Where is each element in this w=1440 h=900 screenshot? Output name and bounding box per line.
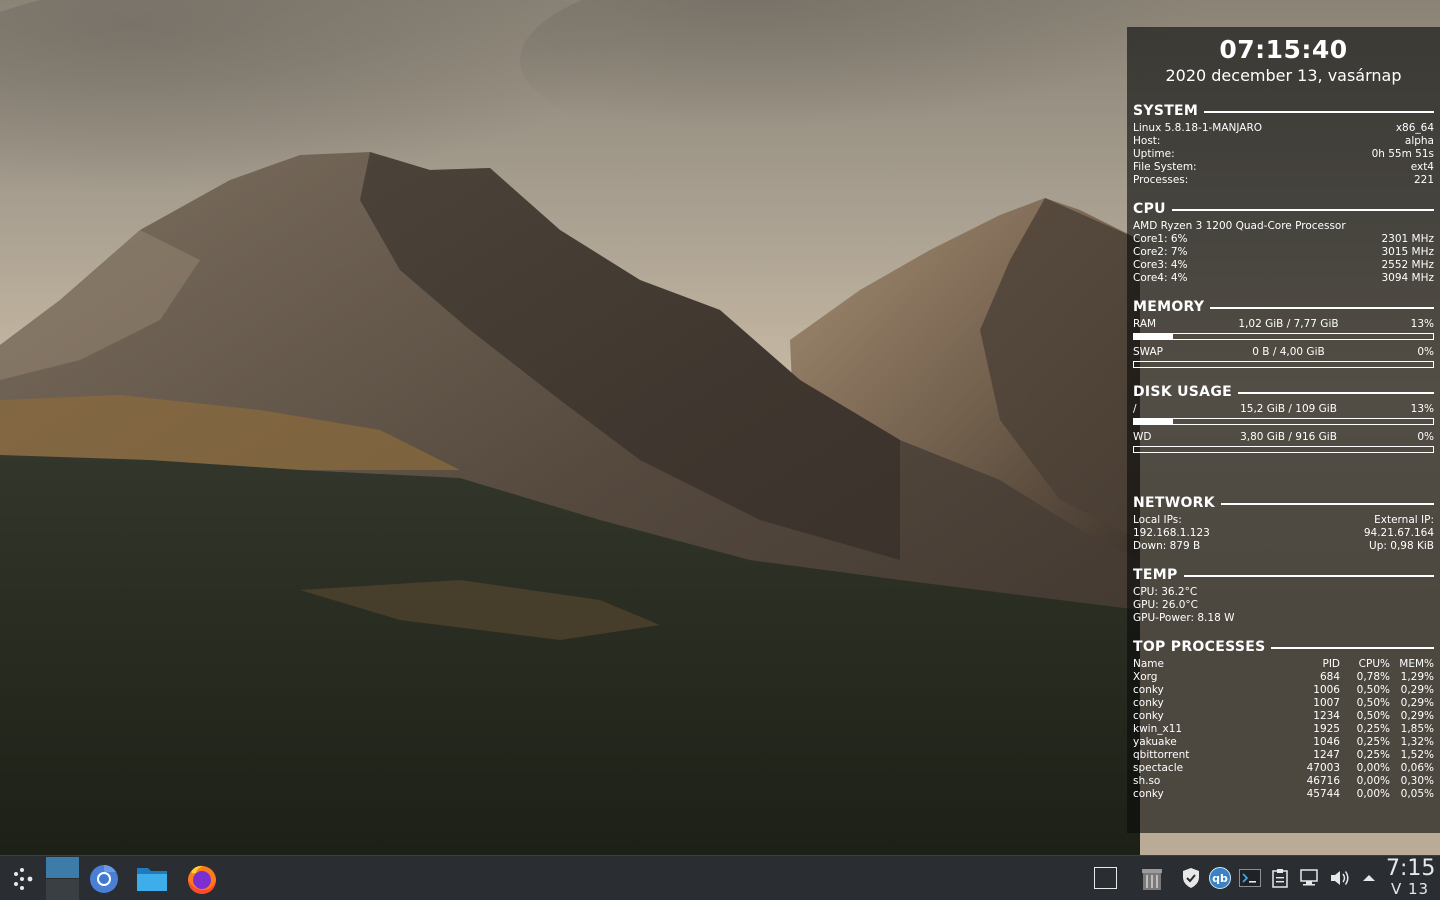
- temp-row: GPU: 26.0°C: [1133, 599, 1198, 611]
- conky-system-monitor: 07:15:40 2020 december 13, vasárnap SYST…: [1127, 27, 1440, 833]
- disk-wd-bar: [1133, 446, 1434, 453]
- temp-heading: TEMP: [1133, 567, 1434, 583]
- file-manager-icon: [137, 867, 167, 891]
- process-row: conky 45744 0,00% 0,05%: [1133, 788, 1434, 800]
- clipboard-icon: [1272, 869, 1288, 888]
- system-row: Host: alpha: [1133, 135, 1434, 147]
- disk-root-row: /15,2 GiB / 109 GiB 13%: [1133, 403, 1434, 415]
- show-desktop-button[interactable]: [1093, 866, 1117, 890]
- temp-row: CPU: 36.2°C: [1133, 586, 1198, 598]
- firefox-launcher[interactable]: [183, 856, 221, 900]
- cpu-core-row: Core3: 4% 2552 MHz: [1133, 259, 1434, 271]
- cpu-core-row: Core1: 6% 2301 MHz: [1133, 233, 1434, 245]
- network-section: NETWORK Local IPs: External IP: 192.168.1…: [1133, 495, 1434, 553]
- system-row: File System: ext4: [1133, 161, 1434, 173]
- firefox-icon: [188, 865, 216, 894]
- app-launcher-icon: [14, 867, 33, 890]
- pager-desktop-1[interactable]: [46, 857, 79, 878]
- volume-icon: [1331, 871, 1349, 885]
- cpu-heading: CPU: [1133, 201, 1434, 217]
- chromium-icon: [90, 864, 118, 893]
- swap-usage-bar: [1133, 361, 1434, 368]
- terminal-icon: [1239, 869, 1261, 887]
- pager-desktop-2[interactable]: [46, 878, 79, 900]
- qbittorrent-tray-icon: qb: [1209, 867, 1231, 889]
- conky-clock-time: 07:15:40: [1219, 35, 1348, 64]
- process-row: conky 1007 0,50% 0,29%: [1133, 697, 1434, 709]
- memory-heading: MEMORY: [1133, 299, 1434, 315]
- swap-row: SWAP 0 B / 4,00 GiB 0%: [1133, 346, 1434, 358]
- tray-expand-button[interactable]: [1357, 866, 1381, 890]
- show-desktop-icon: [1093, 867, 1117, 889]
- chromium-launcher[interactable]: [86, 856, 122, 900]
- process-row: Xorg 684 0,78% 1,29%: [1133, 671, 1434, 683]
- volume-tray-button[interactable]: [1328, 866, 1352, 890]
- process-row: sh.so 46716 0,00% 0,30%: [1133, 775, 1434, 787]
- process-row: conky 1234 0,50% 0,29%: [1133, 710, 1434, 722]
- cpu-core-row: Core4: 4% 3094 MHz: [1133, 272, 1434, 284]
- clipboard-tray-button[interactable]: [1268, 866, 1292, 890]
- temp-section: TEMP CPU: 36.2°C GPU: 26.0°C GPU-Power: …: [1133, 567, 1434, 625]
- process-row: spectacle 47003 0,00% 0,06%: [1133, 762, 1434, 774]
- network-heading: NETWORK: [1133, 495, 1434, 511]
- system-row: Processes: 221: [1133, 174, 1434, 186]
- temp-row: GPU-Power: 8.18 W: [1133, 612, 1235, 624]
- system-row: Linux 5.8.18-1-MANJARO x86_64: [1133, 122, 1434, 134]
- system-row: Uptime: 0h 55m 51s: [1133, 148, 1434, 160]
- trash-icon: [1142, 869, 1162, 890]
- network-traffic: Down: 879 B Up: 0,98 KiB: [1133, 540, 1434, 552]
- tray-expand-icon: [1363, 875, 1375, 881]
- file-manager-launcher[interactable]: [134, 856, 170, 900]
- pager[interactable]: [46, 856, 79, 900]
- security-tray-button[interactable]: [1179, 866, 1203, 890]
- process-row: yakuake 1046 0,25% 1,32%: [1133, 736, 1434, 748]
- system-heading: SYSTEM: [1133, 103, 1434, 119]
- network-tray-button[interactable]: [1298, 866, 1322, 890]
- trash-button[interactable]: [1139, 865, 1165, 891]
- processes-section: TOP PROCESSES Name PID CPU% MEM% Xorg 684 0,7…: [1133, 639, 1434, 801]
- conky-clock-date: 2020 december 13, vasárnap: [1165, 66, 1402, 85]
- cpu-core-row: Core2: 7% 3015 MHz: [1133, 246, 1434, 258]
- taskbar-panel: qb 7:15 V 13: [0, 855, 1440, 900]
- cpu-model: AMD Ryzen 3 1200 Quad-Core Processor: [1133, 220, 1346, 232]
- terminal-tray-button[interactable]: [1238, 866, 1262, 890]
- system-section: SYSTEM Linux 5.8.18-1-MANJARO x86_64 Host…: [1133, 103, 1434, 187]
- cpu-section: CPU AMD Ryzen 3 1200 Quad-Core Processor…: [1133, 201, 1434, 285]
- shield-icon: [1183, 868, 1199, 888]
- taskbar-clock-date: V 13: [1390, 880, 1430, 898]
- ram-row: RAM 1,02 GiB / 7,77 GiB 13%: [1133, 318, 1434, 330]
- memory-section: MEMORY RAM 1,02 GiB / 7,77 GiB 13% SWAP 0 B…: [1133, 299, 1434, 374]
- network-labels: Local IPs: External IP:: [1133, 514, 1434, 526]
- taskbar-clock-time: 7:15: [1386, 856, 1436, 881]
- disk-section: DISK USAGE /15,2 GiB / 109 GiB 13% WD 3,80…: [1133, 384, 1434, 459]
- processes-heading: TOP PROCESSES: [1133, 639, 1434, 655]
- network-icon: [1300, 869, 1318, 886]
- process-row: qbittorrent 1247 0,25% 1,52%: [1133, 749, 1434, 761]
- process-table-header: Name PID CPU% MEM%: [1133, 658, 1434, 670]
- disk-heading: DISK USAGE: [1133, 384, 1434, 400]
- disk-root-bar: [1133, 418, 1434, 425]
- ram-usage-bar: [1133, 333, 1434, 340]
- app-launcher-button[interactable]: [6, 856, 40, 900]
- taskbar-clock[interactable]: 7:15 V 13: [1386, 856, 1436, 898]
- network-ips: 192.168.1.123 94.21.67.164: [1133, 527, 1434, 539]
- qbittorrent-tray-button[interactable]: qb: [1208, 866, 1232, 890]
- process-row: conky 1006 0,50% 0,29%: [1133, 684, 1434, 696]
- process-row: kwin_x11 1925 0,25% 1,85%: [1133, 723, 1434, 735]
- disk-wd-row: WD 3,80 GiB / 916 GiB 0%: [1133, 431, 1434, 443]
